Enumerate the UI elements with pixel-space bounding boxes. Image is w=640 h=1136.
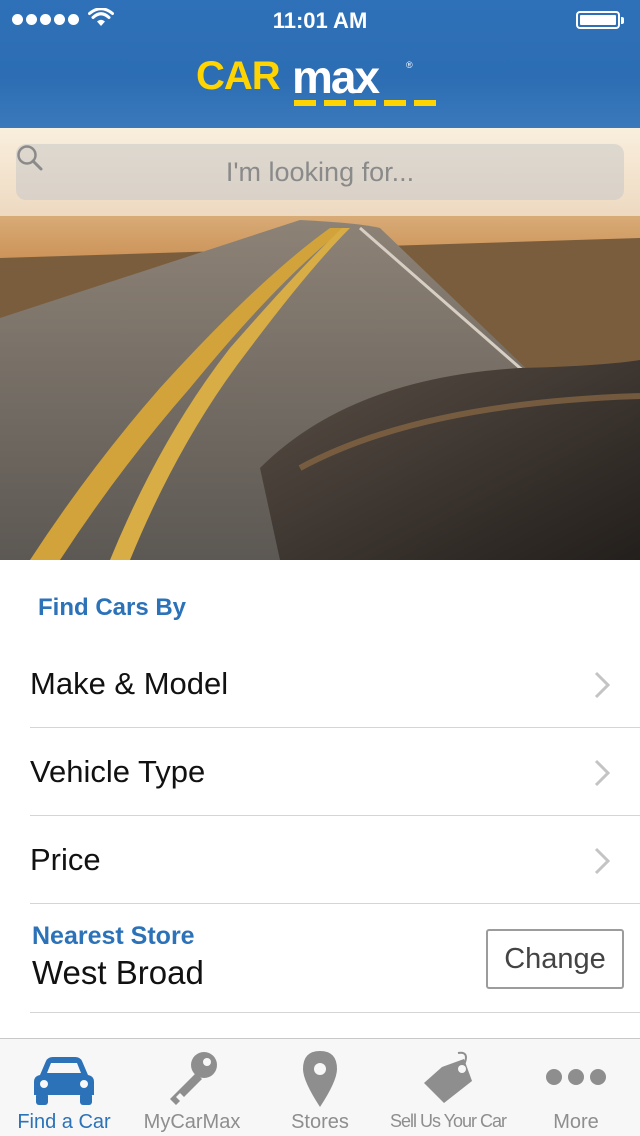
tab-more[interactable]: More — [512, 1039, 640, 1136]
tab-bar: Find a Car MyCarMax Stores Sell Us Your … — [0, 1038, 640, 1136]
tab-stores[interactable]: Stores — [256, 1039, 384, 1136]
search-input[interactable]: I'm looking for... — [16, 144, 624, 200]
status-time: 11:01 AM — [272, 8, 368, 33]
chevron-right-icon — [594, 847, 610, 875]
nearest-store-name: West Broad — [32, 954, 204, 991]
battery-icon — [576, 11, 624, 29]
nearest-store-label: Nearest Store — [32, 922, 195, 950]
list-item-price[interactable]: Price — [30, 816, 640, 904]
hero-image: I'm looking for... — [0, 128, 640, 560]
list-item-vehicle-type[interactable]: Vehicle Type — [30, 728, 640, 816]
key-icon — [170, 1052, 217, 1105]
change-store-button[interactable]: Change — [486, 929, 624, 989]
search-icon — [17, 145, 43, 171]
status-bar: 11:01 AM — [0, 0, 640, 40]
price-tag-icon — [424, 1051, 472, 1103]
tab-find-a-car[interactable]: Find a Car — [0, 1039, 128, 1136]
chevron-right-icon — [594, 759, 610, 787]
carmax-app-screen: 11:01 AM CAR max ® I'm looking for... Fi… — [0, 0, 640, 1136]
find-cars-list: Find Cars By Make & Model Vehicle Type P… — [0, 560, 640, 1038]
section-title-find-cars-by: Find Cars By — [38, 594, 187, 621]
nearest-store-row: Nearest Store West Broad Change — [32, 920, 640, 1030]
car-icon — [34, 1057, 94, 1105]
tab-mycarmax[interactable]: MyCarMax — [128, 1039, 256, 1136]
search-bar-area: I'm looking for... — [0, 128, 640, 216]
location-pin-icon — [303, 1051, 337, 1107]
chevron-right-icon — [594, 671, 610, 699]
more-dots-icon — [546, 1069, 606, 1085]
divider — [30, 1012, 640, 1013]
tab-sell-us-your-car[interactable]: Sell Us Your Car — [384, 1039, 512, 1136]
search-placeholder: I'm looking for... — [225, 156, 415, 187]
list-item-make-model[interactable]: Make & Model — [30, 640, 640, 728]
carmax-logo: CAR max ® — [196, 51, 446, 114]
app-header: 11:01 AM CAR max ® — [0, 0, 640, 128]
